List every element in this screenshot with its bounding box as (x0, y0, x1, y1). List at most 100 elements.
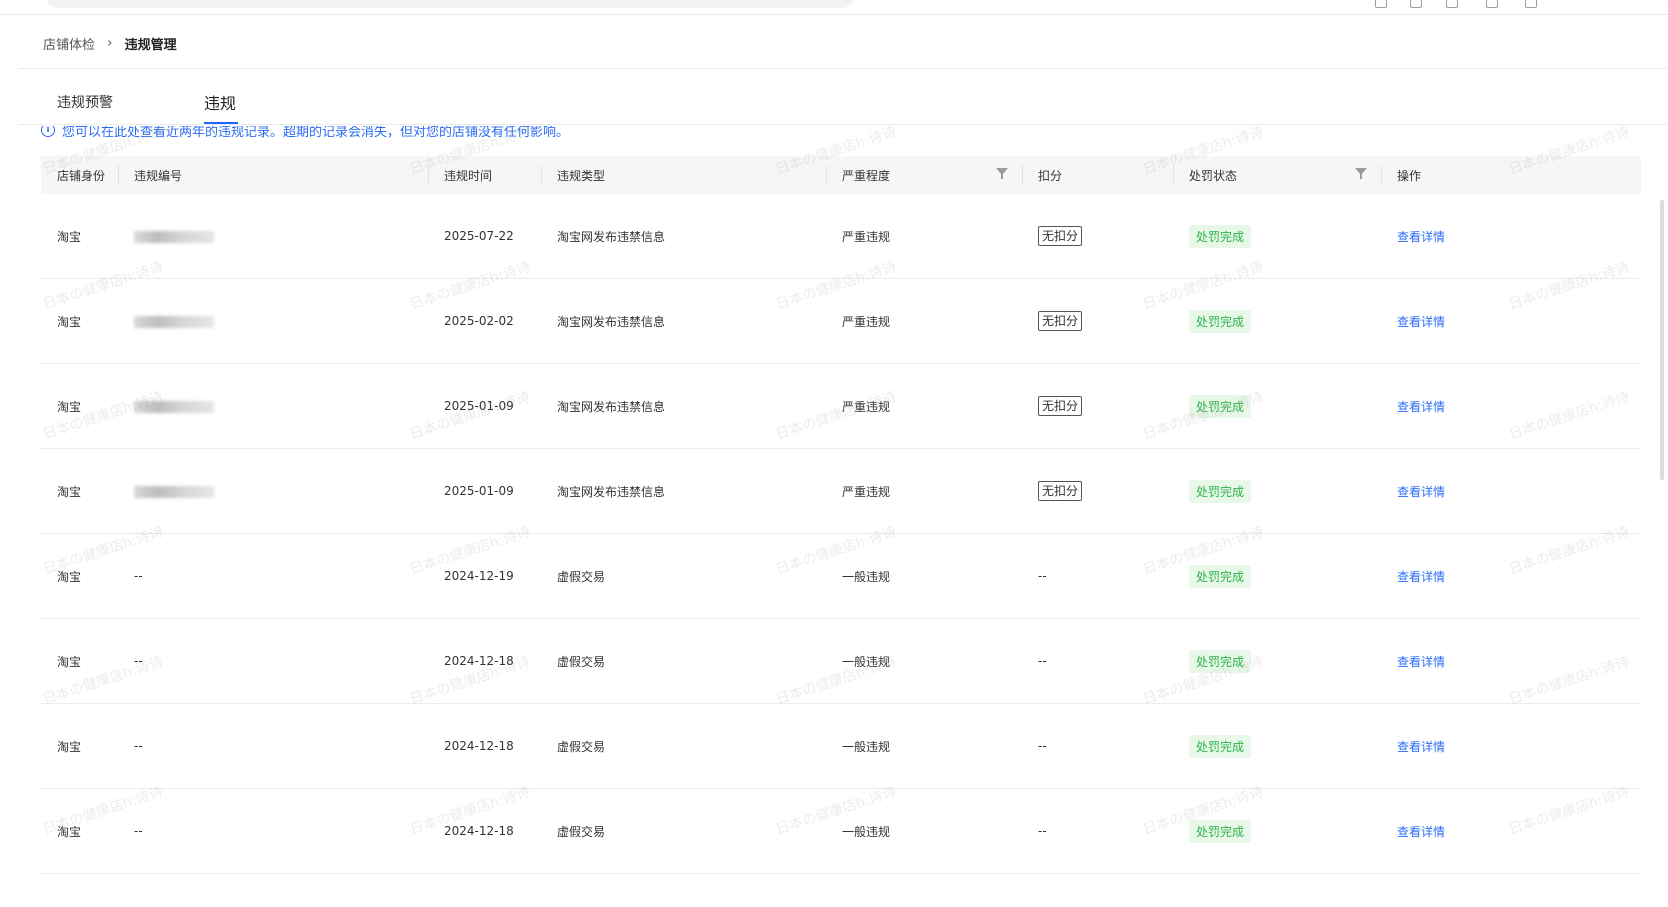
tab-bar: 违规预警 违规 (40, 82, 1668, 124)
score-tag: 无扣分 (1038, 396, 1083, 416)
header-time: 违规时间 (428, 156, 541, 194)
score-tag: 无扣分 (1038, 311, 1083, 331)
header-code: 违规编号 (118, 156, 428, 194)
header-severity: 严重程度 (826, 156, 1022, 194)
score-value: -- (1038, 824, 1047, 838)
type-cell: 虚假交易 (557, 824, 606, 839)
filter-icon[interactable] (1355, 168, 1367, 179)
type-cell: 虚假交易 (557, 569, 606, 584)
filter-icon[interactable] (996, 168, 1008, 179)
status-badge: 处罚完成 (1189, 734, 1252, 758)
violation-code: -- (134, 824, 143, 838)
type-cell: 淘宝网发布违禁信息 (557, 484, 666, 499)
status-badge: 处罚完成 (1189, 649, 1252, 673)
time-cell: 2024-12-19 (444, 569, 514, 583)
header-action: 操作 (1381, 156, 1641, 194)
identity-cell: 淘宝 (57, 399, 82, 414)
status-badge: 处罚完成 (1189, 564, 1252, 588)
type-cell: 淘宝网发布违禁信息 (557, 229, 666, 244)
table-header-row: 店铺身份 违规编号 违规时间 违规类型 严重程度 扣分 处罚状态 操作 (41, 156, 1641, 194)
address-bar[interactable] (45, 0, 855, 8)
identity-cell: 淘宝 (57, 569, 82, 584)
severity-cell: 严重违规 (842, 229, 891, 244)
tab-violation-warning[interactable]: 违规预警 (57, 92, 113, 112)
view-details-link[interactable]: 查看详情 (1397, 315, 1445, 329)
severity-cell: 一般违规 (842, 739, 891, 754)
time-cell: 2024-12-18 (444, 824, 514, 838)
header-status: 处罚状态 (1173, 156, 1381, 194)
breadcrumb-current: 违规管理 (124, 37, 177, 53)
toolbar-icon[interactable] (1410, 0, 1422, 8)
identity-cell: 淘宝 (57, 654, 82, 669)
table-row: 淘宝 -- 2024-12-18 虚假交易 一般违规 -- 处罚完成 查看详情 (41, 788, 1641, 874)
score-tag: 无扣分 (1038, 481, 1083, 501)
redacted-code (134, 400, 214, 413)
chevron-right-icon: › (107, 35, 113, 51)
view-details-link[interactable]: 查看详情 (1397, 655, 1445, 669)
time-cell: 2025-01-09 (444, 484, 514, 498)
time-cell: 2025-02-02 (444, 314, 514, 328)
violation-code: -- (134, 739, 143, 753)
status-badge: 处罚完成 (1189, 224, 1252, 248)
view-details-link[interactable]: 查看详情 (1397, 400, 1445, 414)
view-details-link[interactable]: 查看详情 (1397, 740, 1445, 754)
header-identity: 店铺身份 (41, 156, 118, 194)
severity-cell: 严重违规 (842, 314, 891, 329)
table-row: 淘宝 2025-01-09 淘宝网发布违禁信息 严重违规 无扣分 处罚完成 查看详情 (41, 363, 1641, 449)
breadcrumb: 店铺体检 › 违规管理 (43, 33, 177, 53)
browser-chrome (0, 0, 1668, 15)
time-cell: 2025-07-22 (444, 229, 514, 243)
divider (18, 68, 1668, 69)
table-row: 淘宝 2025-07-22 淘宝网发布违禁信息 严重违规 无扣分 处罚完成 查看详情 (41, 194, 1641, 279)
redacted-code (134, 485, 214, 498)
violation-code: -- (134, 654, 143, 668)
identity-cell: 淘宝 (57, 484, 82, 499)
toolbar-icon[interactable] (1486, 0, 1498, 8)
identity-cell: 淘宝 (57, 314, 82, 329)
table-row: 淘宝 2025-02-02 淘宝网发布违禁信息 严重违规 无扣分 处罚完成 查看详情 (41, 278, 1641, 364)
header-type: 违规类型 (541, 156, 826, 194)
toolbar-icon[interactable] (1375, 0, 1387, 8)
breadcrumb-parent[interactable]: 店铺体检 (43, 34, 95, 53)
score-value: -- (1038, 654, 1047, 668)
status-badge: 处罚完成 (1189, 479, 1252, 503)
redacted-code (134, 230, 214, 243)
time-cell: 2024-12-18 (444, 654, 514, 668)
view-details-link[interactable]: 查看详情 (1397, 230, 1445, 244)
score-tag: 无扣分 (1038, 226, 1083, 246)
identity-cell: 淘宝 (57, 824, 82, 839)
view-details-link[interactable]: 查看详情 (1397, 485, 1445, 499)
identity-cell: 淘宝 (57, 229, 82, 244)
status-badge: 处罚完成 (1189, 394, 1252, 418)
type-cell: 虚假交易 (557, 654, 606, 669)
toolbar-icon[interactable] (1446, 0, 1458, 8)
table-row: 淘宝 -- 2024-12-19 虚假交易 一般违规 -- 处罚完成 查看详情 (41, 533, 1641, 619)
type-cell: 淘宝网发布违禁信息 (557, 399, 666, 414)
score-value: -- (1038, 569, 1047, 583)
header-score: 扣分 (1022, 156, 1173, 194)
violation-table: 店铺身份 违规编号 违规时间 违规类型 严重程度 扣分 处罚状态 操作 淘宝 20… (41, 156, 1641, 874)
scrollbar[interactable] (1660, 200, 1664, 480)
type-cell: 虚假交易 (557, 739, 606, 754)
tabs-divider (18, 124, 1668, 125)
redacted-code (134, 315, 214, 328)
table-row: 淘宝 -- 2024-12-18 虚假交易 一般违规 -- 处罚完成 查看详情 (41, 703, 1641, 789)
severity-cell: 一般违规 (842, 824, 891, 839)
view-details-link[interactable]: 查看详情 (1397, 825, 1445, 839)
status-badge: 处罚完成 (1189, 819, 1252, 843)
table-row: 淘宝 2025-01-09 淘宝网发布违禁信息 严重违规 无扣分 处罚完成 查看详情 (41, 448, 1641, 534)
identity-cell: 淘宝 (57, 739, 82, 754)
severity-cell: 严重违规 (842, 399, 891, 414)
time-cell: 2024-12-18 (444, 739, 514, 753)
type-cell: 淘宝网发布违禁信息 (557, 314, 666, 329)
time-cell: 2025-01-09 (444, 399, 514, 413)
view-details-link[interactable]: 查看详情 (1397, 570, 1445, 584)
info-icon: i (41, 126, 55, 137)
table-row: 淘宝 -- 2024-12-18 虚假交易 一般违规 -- 处罚完成 查看详情 (41, 618, 1641, 704)
severity-cell: 严重违规 (842, 484, 891, 499)
violation-code: -- (134, 569, 143, 583)
score-value: -- (1038, 739, 1047, 753)
tab-violation[interactable]: 违规 (204, 90, 236, 114)
severity-cell: 一般违规 (842, 569, 891, 584)
toolbar-icon[interactable] (1525, 0, 1537, 8)
